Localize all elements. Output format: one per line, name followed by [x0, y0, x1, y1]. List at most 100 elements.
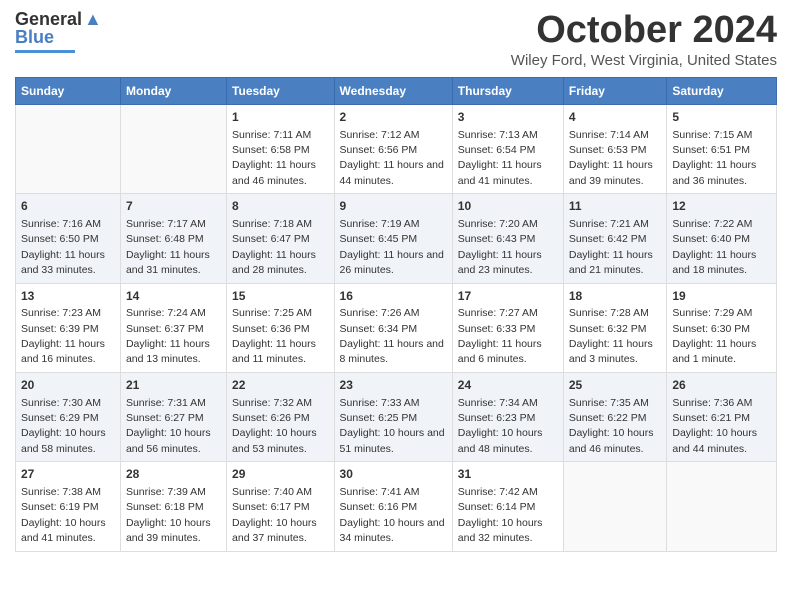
week-row-4: 20Sunrise: 7:30 AM Sunset: 6:29 PM Dayli…: [16, 372, 777, 461]
day-cell: 13 Sunrise: 7:23 AM Sunset: 6:39 PM Dayli…: [16, 283, 121, 372]
day-number: 31: [458, 466, 558, 483]
day-info: Sunrise: 7:38 AM Sunset: 6:19 PM Dayligh…: [21, 486, 106, 544]
day-number: 30: [340, 466, 447, 483]
day-info: Sunrise: 7:25 AM Sunset: 6:36 PM Dayligh…: [232, 307, 316, 365]
col-friday: Friday: [563, 77, 667, 104]
day-info: Sunrise: 7:24 AM Sunset: 6:37 PM Dayligh…: [126, 307, 210, 365]
day-info: Sunrise: 7:20 AM Sunset: 6:43 PM Dayligh…: [458, 218, 542, 276]
day-info: Sunrise: 7:34 AM Sunset: 6:23 PM Dayligh…: [458, 397, 543, 455]
day-cell: 19 Sunrise: 7:29 AM Sunset: 6:30 PM Dayli…: [667, 283, 777, 372]
day-number: 4: [569, 109, 662, 126]
month-title: October 2024: [511, 10, 777, 52]
day-cell: 12Sunrise: 7:22 AM Sunset: 6:40 PM Dayli…: [667, 194, 777, 283]
day-number: 11: [569, 198, 662, 215]
day-cell: 14 Sunrise: 7:24 AM Sunset: 6:37 PM Dayli…: [120, 283, 226, 372]
day-cell: 4 Sunrise: 7:14 AM Sunset: 6:53 PM Daylig…: [563, 104, 667, 193]
day-info: Sunrise: 7:23 AM Sunset: 6:39 PM Dayligh…: [21, 307, 105, 365]
day-number: 24: [458, 377, 558, 394]
day-number: 9: [340, 198, 447, 215]
title-area: October 2024 Wiley Ford, West Virginia, …: [511, 10, 777, 69]
calendar-table: Sunday Monday Tuesday Wednesday Thursday…: [15, 77, 777, 552]
day-cell: 8 Sunrise: 7:18 AM Sunset: 6:47 PM Daylig…: [227, 194, 335, 283]
day-number: 29: [232, 466, 329, 483]
header: General▲ Blue October 2024 Wiley Ford, W…: [15, 10, 777, 69]
day-info: Sunrise: 7:18 AM Sunset: 6:47 PM Dayligh…: [232, 218, 316, 276]
day-info: Sunrise: 7:42 AM Sunset: 6:14 PM Dayligh…: [458, 486, 543, 544]
day-cell: 26 Sunrise: 7:36 AM Sunset: 6:21 PM Dayli…: [667, 372, 777, 461]
day-cell: 31 Sunrise: 7:42 AM Sunset: 6:14 PM Dayli…: [452, 462, 563, 551]
day-number: 3: [458, 109, 558, 126]
day-info: Sunrise: 7:32 AM Sunset: 6:26 PM Dayligh…: [232, 397, 317, 455]
day-cell: 22 Sunrise: 7:32 AM Sunset: 6:26 PM Dayli…: [227, 372, 335, 461]
day-number: 10: [458, 198, 558, 215]
day-info: Sunrise: 7:29 AM Sunset: 6:30 PM Dayligh…: [672, 307, 756, 365]
day-info: Sunrise: 7:14 AM Sunset: 6:53 PM Dayligh…: [569, 129, 653, 187]
day-number: 7: [126, 198, 221, 215]
day-number: 15: [232, 288, 329, 305]
day-cell: 29 Sunrise: 7:40 AM Sunset: 6:17 PM Dayli…: [227, 462, 335, 551]
day-cell: 9 Sunrise: 7:19 AM Sunset: 6:45 PM Daylig…: [334, 194, 452, 283]
col-wednesday: Wednesday: [334, 77, 452, 104]
day-cell: [563, 462, 667, 551]
day-cell: 5Sunrise: 7:15 AM Sunset: 6:51 PM Daylig…: [667, 104, 777, 193]
header-row: Sunday Monday Tuesday Wednesday Thursday…: [16, 77, 777, 104]
day-cell: 23 Sunrise: 7:33 AM Sunset: 6:25 PM Dayli…: [334, 372, 452, 461]
day-number: 16: [340, 288, 447, 305]
logo: General▲ Blue: [15, 10, 102, 53]
day-number: 27: [21, 466, 115, 483]
day-info: Sunrise: 7:19 AM Sunset: 6:45 PM Dayligh…: [340, 218, 444, 276]
day-info: Sunrise: 7:27 AM Sunset: 6:33 PM Dayligh…: [458, 307, 542, 365]
day-cell: 11 Sunrise: 7:21 AM Sunset: 6:42 PM Dayli…: [563, 194, 667, 283]
col-sunday: Sunday: [16, 77, 121, 104]
day-info: Sunrise: 7:31 AM Sunset: 6:27 PM Dayligh…: [126, 397, 211, 455]
day-cell: 6Sunrise: 7:16 AM Sunset: 6:50 PM Daylig…: [16, 194, 121, 283]
day-info: Sunrise: 7:30 AM Sunset: 6:29 PM Dayligh…: [21, 397, 106, 455]
day-cell: 17Sunrise: 7:27 AM Sunset: 6:33 PM Dayli…: [452, 283, 563, 372]
day-cell: 16 Sunrise: 7:26 AM Sunset: 6:34 PM Dayli…: [334, 283, 452, 372]
day-number: 6: [21, 198, 115, 215]
logo-line: [15, 50, 75, 53]
day-cell: 1 Sunrise: 7:11 AM Sunset: 6:58 PM Daylig…: [227, 104, 335, 193]
day-cell: 28Sunrise: 7:39 AM Sunset: 6:18 PM Dayli…: [120, 462, 226, 551]
col-tuesday: Tuesday: [227, 77, 335, 104]
week-row-2: 6Sunrise: 7:16 AM Sunset: 6:50 PM Daylig…: [16, 194, 777, 283]
day-info: Sunrise: 7:15 AM Sunset: 6:51 PM Dayligh…: [672, 129, 756, 187]
week-row-5: 27 Sunrise: 7:38 AM Sunset: 6:19 PM Dayli…: [16, 462, 777, 551]
day-number: 8: [232, 198, 329, 215]
day-info: Sunrise: 7:26 AM Sunset: 6:34 PM Dayligh…: [340, 307, 444, 365]
day-cell: 30 Sunrise: 7:41 AM Sunset: 6:16 PM Dayli…: [334, 462, 452, 551]
day-cell: [667, 462, 777, 551]
week-row-3: 13 Sunrise: 7:23 AM Sunset: 6:39 PM Dayli…: [16, 283, 777, 372]
day-number: 21: [126, 377, 221, 394]
day-info: Sunrise: 7:33 AM Sunset: 6:25 PM Dayligh…: [340, 397, 445, 455]
day-number: 25: [569, 377, 662, 394]
day-cell: 25Sunrise: 7:35 AM Sunset: 6:22 PM Dayli…: [563, 372, 667, 461]
day-cell: 7Sunrise: 7:17 AM Sunset: 6:48 PM Daylig…: [120, 194, 226, 283]
day-info: Sunrise: 7:11 AM Sunset: 6:58 PM Dayligh…: [232, 129, 316, 187]
day-number: 26: [672, 377, 771, 394]
day-info: Sunrise: 7:22 AM Sunset: 6:40 PM Dayligh…: [672, 218, 756, 276]
day-info: Sunrise: 7:39 AM Sunset: 6:18 PM Dayligh…: [126, 486, 211, 544]
location: Wiley Ford, West Virginia, United States: [511, 52, 777, 69]
day-cell: 27 Sunrise: 7:38 AM Sunset: 6:19 PM Dayli…: [16, 462, 121, 551]
day-number: 14: [126, 288, 221, 305]
day-number: 13: [21, 288, 115, 305]
day-info: Sunrise: 7:21 AM Sunset: 6:42 PM Dayligh…: [569, 218, 653, 276]
day-info: Sunrise: 7:36 AM Sunset: 6:21 PM Dayligh…: [672, 397, 757, 455]
day-number: 2: [340, 109, 447, 126]
day-info: Sunrise: 7:12 AM Sunset: 6:56 PM Dayligh…: [340, 129, 444, 187]
day-number: 19: [672, 288, 771, 305]
day-info: Sunrise: 7:13 AM Sunset: 6:54 PM Dayligh…: [458, 129, 542, 187]
day-info: Sunrise: 7:40 AM Sunset: 6:17 PM Dayligh…: [232, 486, 317, 544]
day-number: 22: [232, 377, 329, 394]
day-cell: 2 Sunrise: 7:12 AM Sunset: 6:56 PM Daylig…: [334, 104, 452, 193]
week-row-1: 1 Sunrise: 7:11 AM Sunset: 6:58 PM Daylig…: [16, 104, 777, 193]
day-info: Sunrise: 7:41 AM Sunset: 6:16 PM Dayligh…: [340, 486, 445, 544]
logo-text2: Blue: [15, 28, 54, 48]
day-number: 1: [232, 109, 329, 126]
day-number: 18: [569, 288, 662, 305]
day-cell: 18Sunrise: 7:28 AM Sunset: 6:32 PM Dayli…: [563, 283, 667, 372]
day-cell: [16, 104, 121, 193]
day-number: 23: [340, 377, 447, 394]
day-cell: [120, 104, 226, 193]
